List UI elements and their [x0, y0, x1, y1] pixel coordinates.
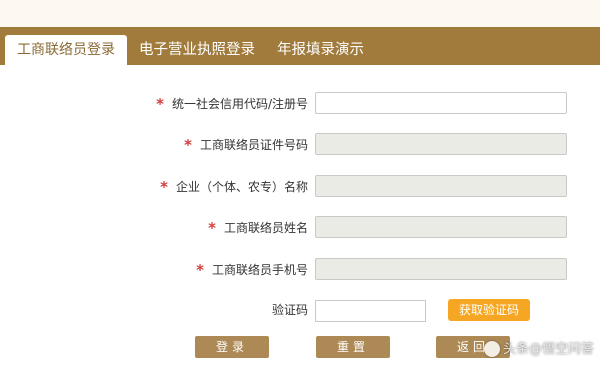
required-mark: * — [208, 219, 216, 237]
required-mark: * — [184, 136, 192, 154]
watermark-logo-icon — [484, 340, 500, 357]
enterprise-name-label: * 企业（个体、农专）名称 — [160, 175, 308, 197]
enterprise-name-label-text: 企业（个体、农专）名称 — [175, 180, 308, 194]
liaison-id-input[interactable] — [315, 133, 567, 155]
credit-code-input[interactable] — [315, 92, 567, 114]
reset-button[interactable]: 重置 — [316, 336, 390, 358]
liaison-phone-label: * 工商联络员手机号 — [196, 258, 308, 280]
required-mark: * — [160, 178, 168, 196]
captcha-label: 验证码 — [271, 303, 308, 317]
liaison-id-label-text: 工商联络员证件号码 — [199, 138, 308, 152]
login-button[interactable]: 登录 — [195, 336, 269, 358]
enterprise-name-input[interactable] — [315, 175, 567, 197]
required-mark: * — [196, 261, 204, 279]
credit-code-label-text: 统一社会信用代码/注册号 — [171, 97, 308, 111]
liaison-id-label: * 工商联络员证件号码 — [184, 133, 308, 155]
liaison-phone-label-text: 工商联络员手机号 — [211, 263, 308, 277]
captcha-input[interactable] — [315, 300, 426, 322]
credit-code-label: * 统一社会信用代码/注册号 — [156, 92, 308, 114]
liaison-name-label-text: 工商联络员姓名 — [223, 221, 308, 235]
watermark: 头条@悟空问答 — [484, 338, 594, 362]
top-band — [0, 0, 600, 27]
tab-e-license-login[interactable]: 电子营业执照登录 — [139, 35, 255, 65]
liaison-phone-input[interactable] — [315, 258, 567, 280]
liaison-name-label: * 工商联络员姓名 — [208, 216, 308, 238]
required-mark: * — [156, 95, 164, 113]
watermark-text: 头条@悟空问答 — [503, 342, 595, 357]
liaison-name-input[interactable] — [315, 216, 567, 238]
get-code-button[interactable]: 获取验证码 — [448, 299, 530, 321]
tab-liaison-login[interactable]: 工商联络员登录 — [5, 35, 127, 65]
tab-annual-report-demo[interactable]: 年报填录演示 — [277, 35, 364, 65]
